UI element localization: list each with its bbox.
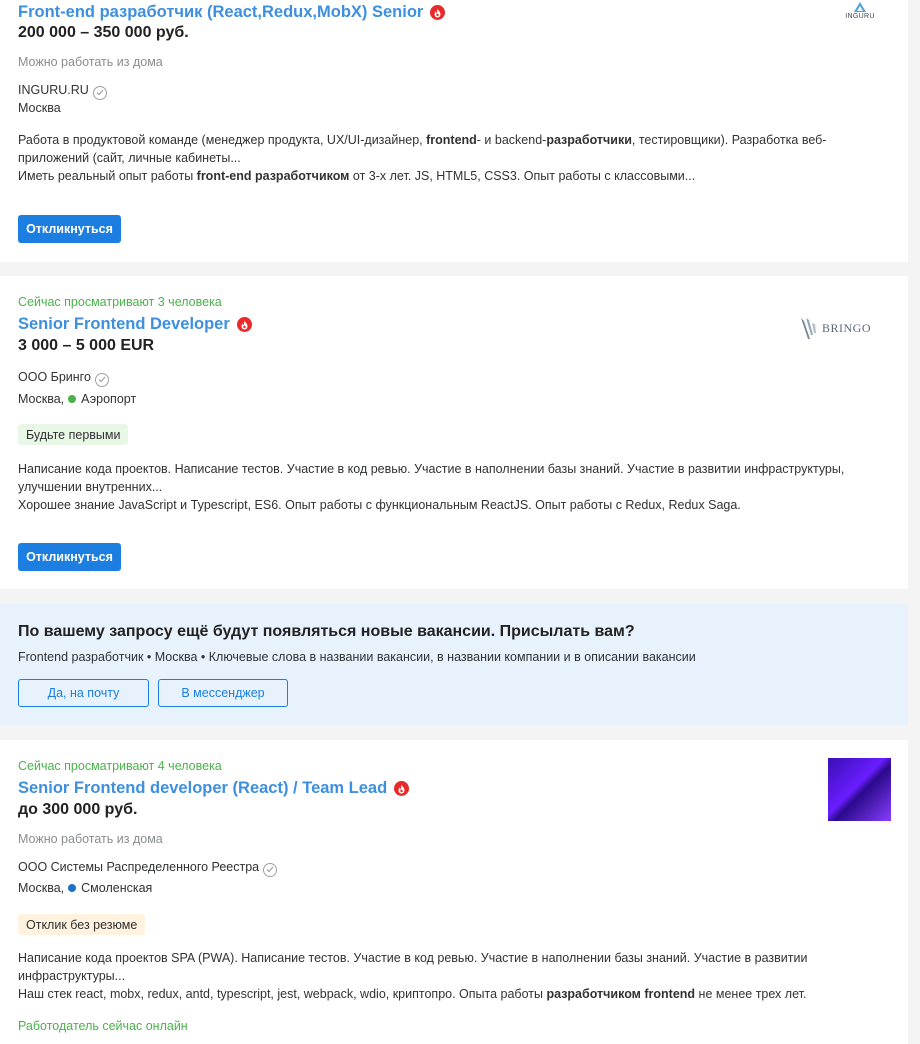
subscribe-messenger-button[interactable]: В мессенджер	[158, 679, 288, 707]
subscribe-banner: По вашему запросу ещё будут появляться н…	[0, 604, 908, 725]
fire-icon	[236, 317, 252, 332]
vacancy-card-2: Сейчас просматривают 3 человека Senior F…	[0, 276, 908, 589]
vacancy-city: Москва,	[18, 392, 65, 406]
logo-text: BRINGO	[822, 320, 872, 335]
metro-dot-icon	[68, 884, 77, 892]
vacancy-description: Написание кода проектов. Написание тесто…	[18, 462, 845, 512]
vacancy-title[interactable]: Senior Frontend developer (React) / Team…	[18, 779, 387, 798]
viewers-count: Сейчас просматривают 3 человека	[18, 295, 222, 309]
be-first-badge: Будьте первыми	[18, 424, 129, 445]
apply-button[interactable]: Откликнуться	[18, 215, 121, 243]
vacancy-title-link[interactable]: Senior Frontend developer (React) / Team…	[18, 779, 410, 798]
logo-text: INGURU	[845, 13, 875, 20]
vacancy-salary: до 300 000 руб.	[18, 801, 138, 818]
company-name[interactable]: ООО Бринго	[18, 370, 91, 384]
metro-station: Аэропорт	[81, 392, 137, 406]
company-logo[interactable]	[828, 758, 891, 821]
vacancy-card-1: Front-end разработчик (React,Redux,MobX)…	[0, 0, 908, 262]
company-logo[interactable]: INGURU	[840, 2, 880, 24]
metro-station: Смоленская	[81, 881, 153, 895]
vacancy-title[interactable]: Front-end разработчик (React,Redux,MobX)…	[18, 3, 423, 22]
viewers-count: Сейчас просматривают 4 человека	[18, 759, 222, 773]
bringo-logo-mark	[801, 318, 816, 339]
vacancy-city: Москва	[18, 101, 61, 115]
company-link[interactable]: INGURU.RU	[18, 83, 107, 100]
company-link[interactable]: ООО Системы Распределенного Реестра	[18, 860, 278, 877]
inguru-logo-mark	[854, 2, 866, 12]
remote-work-note: Можно работать из дома	[18, 55, 163, 69]
vacancy-title-link[interactable]: Front-end разработчик (React,Redux,MobX)…	[18, 3, 446, 22]
fire-icon	[394, 781, 410, 796]
vacancy-title[interactable]: Senior Frontend Developer	[18, 315, 230, 334]
vacancy-location: Москва, Смоленская	[18, 881, 152, 895]
vacancy-description: Написание кода проектов SPA (PWA). Напис…	[18, 951, 808, 1001]
vacancy-salary: 3 000 – 5 000 EUR	[18, 337, 155, 354]
remote-work-note: Можно работать из дома	[18, 832, 163, 846]
company-name[interactable]: ООО Системы Распределенного Реестра	[18, 860, 259, 874]
vacancy-location: Москва, Аэропорт	[18, 392, 136, 406]
vacancy-card-3: Сейчас просматривают 4 человека Senior F…	[0, 740, 908, 1044]
vacancy-city: Москва,	[18, 881, 65, 895]
verified-check-icon	[94, 372, 109, 387]
company-name[interactable]: INGURU.RU	[18, 83, 89, 97]
company-link[interactable]: ООО Бринго	[18, 370, 109, 387]
subscribe-heading: По вашему запросу ещё будут появляться н…	[18, 623, 635, 640]
company-logo[interactable]: BRINGO	[800, 314, 874, 342]
metro-dot-icon	[68, 395, 77, 403]
fire-icon	[430, 5, 446, 20]
vacancy-title-link[interactable]: Senior Frontend Developer	[18, 315, 252, 334]
vacancy-salary: 200 000 – 350 000 руб.	[18, 24, 189, 41]
verified-check-icon	[263, 862, 278, 877]
apply-button[interactable]: Откликнуться	[18, 543, 121, 571]
subscribe-query: Frontend разработчик • Москва • Ключевые…	[18, 650, 696, 664]
subscribe-email-button[interactable]: Да, на почту	[18, 679, 149, 707]
verified-check-icon	[92, 85, 107, 100]
vacancy-description: Работа в продуктовой команде (менеджер п…	[18, 133, 827, 183]
employer-online-status: Работодатель сейчас онлайн	[18, 1019, 188, 1033]
no-resume-badge: Отклик без резюме	[18, 914, 146, 935]
